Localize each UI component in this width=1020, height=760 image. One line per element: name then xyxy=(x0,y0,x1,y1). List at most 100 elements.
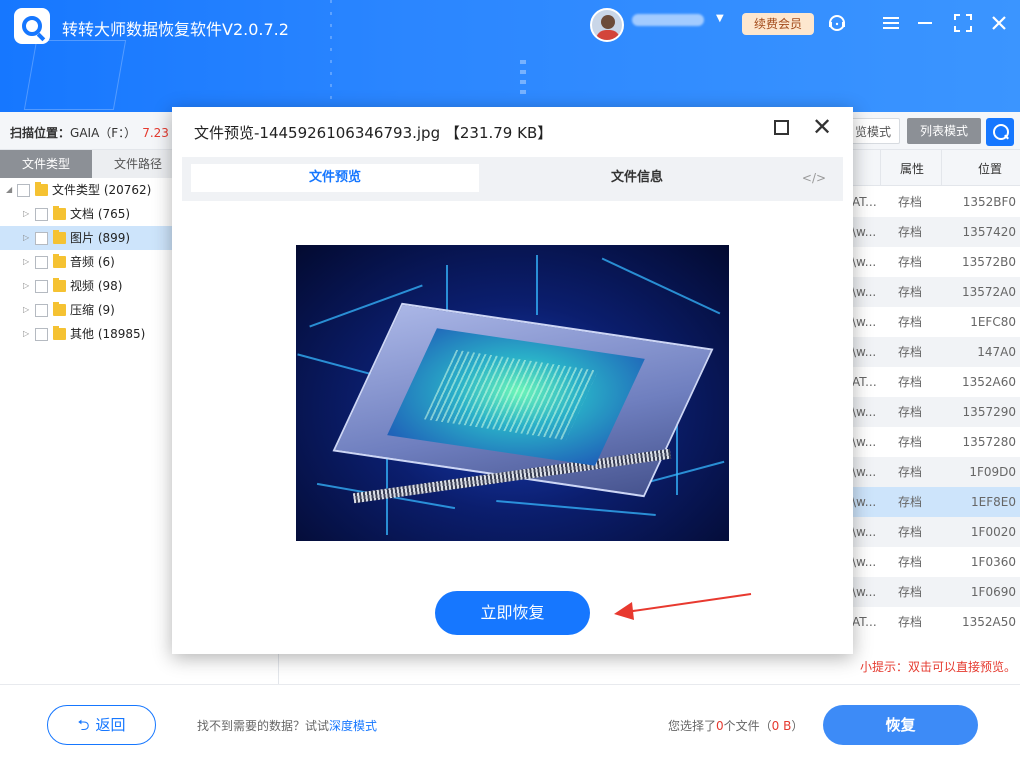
annotation-arrow-icon xyxy=(614,593,752,620)
user-avatar[interactable] xyxy=(590,8,624,42)
cell-name: \w... xyxy=(852,315,877,329)
menu-icon[interactable] xyxy=(880,12,902,34)
back-button[interactable]: ⮌ 返回 xyxy=(47,705,156,745)
cell-attr: 存档 xyxy=(898,285,923,299)
table-row[interactable]: \w... 存档 1357280 xyxy=(852,427,1020,457)
search-icon[interactable] xyxy=(986,118,1014,146)
folder-icon xyxy=(53,206,66,220)
tab-file-preview[interactable]: 文件预览 xyxy=(191,164,479,192)
tree-item-label: 音频 (6) xyxy=(70,255,115,269)
cell-name: \w... xyxy=(852,585,877,599)
cell-attr: 存档 xyxy=(898,435,923,449)
checkbox[interactable] xyxy=(35,208,48,221)
column-divider[interactable] xyxy=(941,150,942,186)
cell-location: 1357280 xyxy=(962,435,1016,449)
table-row[interactable]: \w... 存档 1F09D0 xyxy=(852,457,1020,487)
renew-vip-button[interactable]: 续费会员 xyxy=(742,13,814,35)
folder-icon xyxy=(53,326,66,340)
selection-info: 您选择了0个文件（0 B） xyxy=(668,717,803,734)
table-row[interactable]: \w... 存档 1F0020 xyxy=(852,517,1020,547)
decor-dots xyxy=(520,60,526,100)
scan-location-label: 扫描位置： xyxy=(10,126,71,140)
tab-code-icon[interactable]: </> xyxy=(794,164,834,192)
cell-location: 1352BF0 xyxy=(962,195,1016,209)
table-row[interactable]: \w... 存档 1F0690 xyxy=(852,577,1020,607)
expand-arrow-icon[interactable]: ▷ xyxy=(23,250,29,274)
expand-arrow-icon[interactable]: ▷ xyxy=(23,202,29,226)
table-row[interactable]: \w... 存档 13572A0 xyxy=(852,277,1020,307)
app-title: 转转大师数据恢复软件V2.0.7.2 xyxy=(62,20,289,39)
checkbox[interactable] xyxy=(35,328,48,341)
checkbox[interactable] xyxy=(35,256,48,269)
cell-location: 1EF8E0 xyxy=(971,495,1016,509)
selection-mid: 个文件（ xyxy=(723,719,772,733)
table-row[interactable]: \w... 存档 1357420 xyxy=(852,217,1020,247)
expand-arrow-icon[interactable]: ▷ xyxy=(23,274,29,298)
table-row[interactable]: \w... 存档 147A0 xyxy=(852,337,1020,367)
hint-text: 找不到需要的数据？试试 xyxy=(197,719,330,733)
table-row[interactable]: \w... 存档 1357290 xyxy=(852,397,1020,427)
minimize-icon[interactable] xyxy=(914,12,936,34)
dialog-close-icon[interactable]: ✕ xyxy=(812,115,832,139)
cell-attr: 存档 xyxy=(898,225,923,239)
collapse-arrow-icon[interactable]: ◢ xyxy=(6,178,12,202)
cell-location: 1352A60 xyxy=(961,375,1016,389)
cell-name: \w... xyxy=(852,495,877,509)
checkbox[interactable] xyxy=(35,280,48,293)
app-logo-icon xyxy=(14,8,50,44)
table-row[interactable]: AT... 存档 1352A50 xyxy=(852,607,1020,637)
cell-attr: 存档 xyxy=(898,465,923,479)
cell-location: 1352A50 xyxy=(961,615,1016,629)
recover-button[interactable]: 恢复 xyxy=(823,705,978,745)
checkbox[interactable] xyxy=(35,304,48,317)
expand-arrow-icon[interactable]: ▷ xyxy=(23,226,29,250)
table-header: 属性 位置 xyxy=(852,150,1020,186)
cell-name: \w... xyxy=(852,225,877,239)
folder-icon xyxy=(53,302,66,316)
expand-arrow-icon[interactable]: ▷ xyxy=(23,322,29,346)
user-menu-caret-icon[interactable]: ▼ xyxy=(716,13,724,24)
cell-attr: 存档 xyxy=(898,255,923,269)
table-row[interactable]: AT... 存档 1352BF0 xyxy=(852,187,1020,217)
tab-file-path[interactable]: 文件路径 xyxy=(92,150,184,178)
thumbnail-mode-button[interactable]: 览模式 xyxy=(846,118,900,144)
deep-mode-link[interactable]: 深度模式 xyxy=(329,719,377,733)
tree-item-label: 视频 (98) xyxy=(70,279,123,293)
cell-name: \w... xyxy=(852,345,877,359)
scan-size-value: 7.23 xyxy=(142,126,169,140)
checkbox[interactable] xyxy=(35,232,48,245)
cell-attr: 存档 xyxy=(898,375,923,389)
table-row[interactable]: AT... 存档 1352A60 xyxy=(852,367,1020,397)
column-header-location[interactable]: 位置 xyxy=(978,160,1002,177)
table-row[interactable]: \w... 存档 13572B0 xyxy=(852,247,1020,277)
cell-location: 1F09D0 xyxy=(969,465,1016,479)
table-row[interactable]: \w... 存档 1F0360 xyxy=(852,547,1020,577)
cell-attr: 存档 xyxy=(898,555,923,569)
cell-name: AT... xyxy=(852,195,877,209)
username-blurred[interactable] xyxy=(632,14,704,26)
close-icon[interactable] xyxy=(988,12,1010,34)
column-header-attr[interactable]: 属性 xyxy=(900,160,924,177)
maximize-icon[interactable] xyxy=(774,120,789,135)
decor-shape xyxy=(23,40,127,110)
column-divider[interactable] xyxy=(880,150,881,186)
bottom-bar: ⮌ 返回 找不到需要的数据？试试深度模式 您选择了0个文件（0 B） 恢复 xyxy=(0,684,1020,760)
checkbox[interactable] xyxy=(17,184,30,197)
table-row[interactable]: \w... 存档 1EFC80 xyxy=(852,307,1020,337)
support-headset-icon[interactable] xyxy=(826,12,848,34)
cell-attr: 存档 xyxy=(898,405,923,419)
cell-attr: 存档 xyxy=(898,495,923,509)
cell-location: 1F0020 xyxy=(970,525,1016,539)
cell-location: 1F0690 xyxy=(970,585,1016,599)
recover-now-button[interactable]: 立即恢复 xyxy=(435,591,590,635)
list-mode-button[interactable]: 列表模式 xyxy=(907,118,981,144)
cell-attr: 存档 xyxy=(898,525,923,539)
selection-prefix: 您选择了 xyxy=(668,719,717,733)
fullscreen-icon[interactable] xyxy=(952,12,974,34)
tab-file-info[interactable]: 文件信息 xyxy=(512,164,762,192)
cell-name: \w... xyxy=(852,285,877,299)
image-preview xyxy=(296,245,729,541)
tab-file-type[interactable]: 文件类型 xyxy=(0,150,92,178)
table-row[interactable]: \w... 存档 1EF8E0 xyxy=(852,487,1020,517)
expand-arrow-icon[interactable]: ▷ xyxy=(23,298,29,322)
